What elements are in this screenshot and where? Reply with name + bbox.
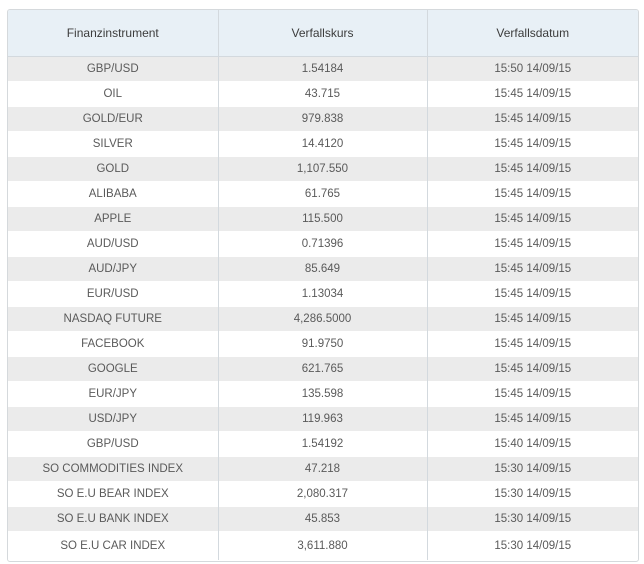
cell-expiry-price: 3,611.880 (218, 531, 428, 560)
table-row: AUD/USD 0.71396 15:45 14/09/15 (8, 231, 638, 257)
cell-expiry-date: 15:45 14/09/15 (427, 156, 638, 182)
cell-expiry-price: 85.649 (218, 256, 428, 282)
table-row: GBP/USD 1.54192 15:40 14/09/15 (8, 431, 638, 457)
cell-expiry-price: 115.500 (218, 206, 428, 232)
cell-expiry-date: 15:45 14/09/15 (427, 381, 638, 407)
cell-instrument: APPLE (8, 206, 219, 232)
table-row: SO E.U CAR INDEX 3,611.880 15:30 14/09/15 (8, 531, 638, 560)
cell-expiry-date: 15:45 14/09/15 (427, 206, 638, 232)
table-row: GBP/USD 1.54184 15:50 14/09/15 (8, 56, 638, 82)
table-row: OIL 43.715 15:45 14/09/15 (8, 81, 638, 107)
cell-expiry-date: 15:45 14/09/15 (427, 231, 638, 257)
cell-instrument: SO E.U BANK INDEX (8, 506, 219, 532)
cell-expiry-price: 1.13034 (218, 281, 428, 307)
cell-expiry-price: 1.54184 (218, 56, 428, 82)
header-row: Finanzinstrument Verfallskurs Verfallsda… (8, 10, 638, 57)
cell-instrument: EUR/USD (8, 281, 219, 307)
cell-instrument: GOLD/EUR (8, 106, 219, 132)
cell-instrument: GOOGLE (8, 356, 219, 382)
cell-instrument: SO E.U CAR INDEX (8, 531, 219, 560)
cell-expiry-date: 15:45 14/09/15 (427, 331, 638, 357)
cell-expiry-date: 15:45 14/09/15 (427, 356, 638, 382)
cell-expiry-price: 0.71396 (218, 231, 428, 257)
table-row: NASDAQ FUTURE 4,286.5000 15:45 14/09/15 (8, 306, 638, 332)
cell-expiry-price: 61.765 (218, 181, 428, 207)
cell-expiry-date: 15:45 14/09/15 (427, 256, 638, 282)
cell-expiry-price: 91.9750 (218, 331, 428, 357)
table-row: SO COMMODITIES INDEX 47.218 15:30 14/09/15 (8, 456, 638, 482)
cell-instrument: SILVER (8, 131, 219, 157)
cell-expiry-date: 15:45 14/09/15 (427, 181, 638, 207)
cell-expiry-price: 1,107.550 (218, 156, 428, 182)
cell-expiry-date: 15:45 14/09/15 (427, 306, 638, 332)
table-row: SILVER 14.4120 15:45 14/09/15 (8, 131, 638, 157)
table-row: ALIBABA 61.765 15:45 14/09/15 (8, 181, 638, 207)
cell-instrument: GBP/USD (8, 431, 219, 457)
cell-instrument: AUD/USD (8, 231, 219, 257)
column-header-expiry-price: Verfallskurs (218, 10, 428, 57)
table-row: APPLE 115.500 15:45 14/09/15 (8, 206, 638, 232)
cell-instrument: OIL (8, 81, 219, 107)
cell-instrument: USD/JPY (8, 406, 219, 432)
cell-expiry-price: 979.838 (218, 106, 428, 132)
table-row: GOLD/EUR 979.838 15:45 14/09/15 (8, 106, 638, 132)
cell-instrument: NASDAQ FUTURE (8, 306, 219, 332)
cell-expiry-price: 43.715 (218, 81, 428, 107)
cell-expiry-price: 135.598 (218, 381, 428, 407)
cell-instrument: SO COMMODITIES INDEX (8, 456, 219, 482)
cell-expiry-price: 2,080.317 (218, 481, 428, 507)
cell-instrument: FACEBOOK (8, 331, 219, 357)
cell-expiry-date: 15:30 14/09/15 (427, 531, 638, 560)
table-body: GBP/USD 1.54184 15:50 14/09/15 OIL 43.715 15:… (8, 56, 638, 560)
cell-expiry-price: 45.853 (218, 506, 428, 532)
expiry-table-container: Finanzinstrument Verfallskurs Verfallsda… (7, 9, 639, 562)
cell-expiry-date: 15:45 14/09/15 (427, 406, 638, 432)
table-row: EUR/USD 1.13034 15:45 14/09/15 (8, 281, 638, 307)
cell-instrument: ALIBABA (8, 181, 219, 207)
cell-expiry-date: 15:30 14/09/15 (427, 481, 638, 507)
cell-expiry-date: 15:30 14/09/15 (427, 506, 638, 532)
table-row: SO E.U BEAR INDEX 2,080.317 15:30 14/09/15 (8, 481, 638, 507)
table-row: AUD/JPY 85.649 15:45 14/09/15 (8, 256, 638, 282)
column-header-instrument: Finanzinstrument (8, 10, 219, 57)
table-row: GOOGLE 621.765 15:45 14/09/15 (8, 356, 638, 382)
column-header-expiry-date: Verfallsdatum (427, 10, 638, 57)
table-header: Finanzinstrument Verfallskurs Verfallsda… (8, 10, 638, 57)
table-row: SO E.U BANK INDEX 45.853 15:30 14/09/15 (8, 506, 638, 532)
cell-instrument: GOLD (8, 156, 219, 182)
table-row: EUR/JPY 135.598 15:45 14/09/15 (8, 381, 638, 407)
cell-expiry-date: 15:45 14/09/15 (427, 81, 638, 107)
cell-expiry-date: 15:30 14/09/15 (427, 456, 638, 482)
table-row: USD/JPY 119.963 15:45 14/09/15 (8, 406, 638, 432)
cell-expiry-date: 15:45 14/09/15 (427, 131, 638, 157)
cell-expiry-price: 1.54192 (218, 431, 428, 457)
expiry-table: Finanzinstrument Verfallskurs Verfallsda… (8, 10, 638, 560)
table-row: FACEBOOK 91.9750 15:45 14/09/15 (8, 331, 638, 357)
cell-expiry-price: 47.218 (218, 456, 428, 482)
cell-expiry-date: 15:40 14/09/15 (427, 431, 638, 457)
cell-expiry-price: 119.963 (218, 406, 428, 432)
cell-expiry-date: 15:45 14/09/15 (427, 281, 638, 307)
cell-expiry-price: 4,286.5000 (218, 306, 428, 332)
cell-instrument: AUD/JPY (8, 256, 219, 282)
cell-expiry-price: 621.765 (218, 356, 428, 382)
cell-instrument: SO E.U BEAR INDEX (8, 481, 219, 507)
table-row: GOLD 1,107.550 15:45 14/09/15 (8, 156, 638, 182)
cell-expiry-date: 15:50 14/09/15 (427, 56, 638, 82)
cell-instrument: GBP/USD (8, 56, 219, 82)
cell-expiry-price: 14.4120 (218, 131, 428, 157)
cell-expiry-date: 15:45 14/09/15 (427, 106, 638, 132)
cell-instrument: EUR/JPY (8, 381, 219, 407)
